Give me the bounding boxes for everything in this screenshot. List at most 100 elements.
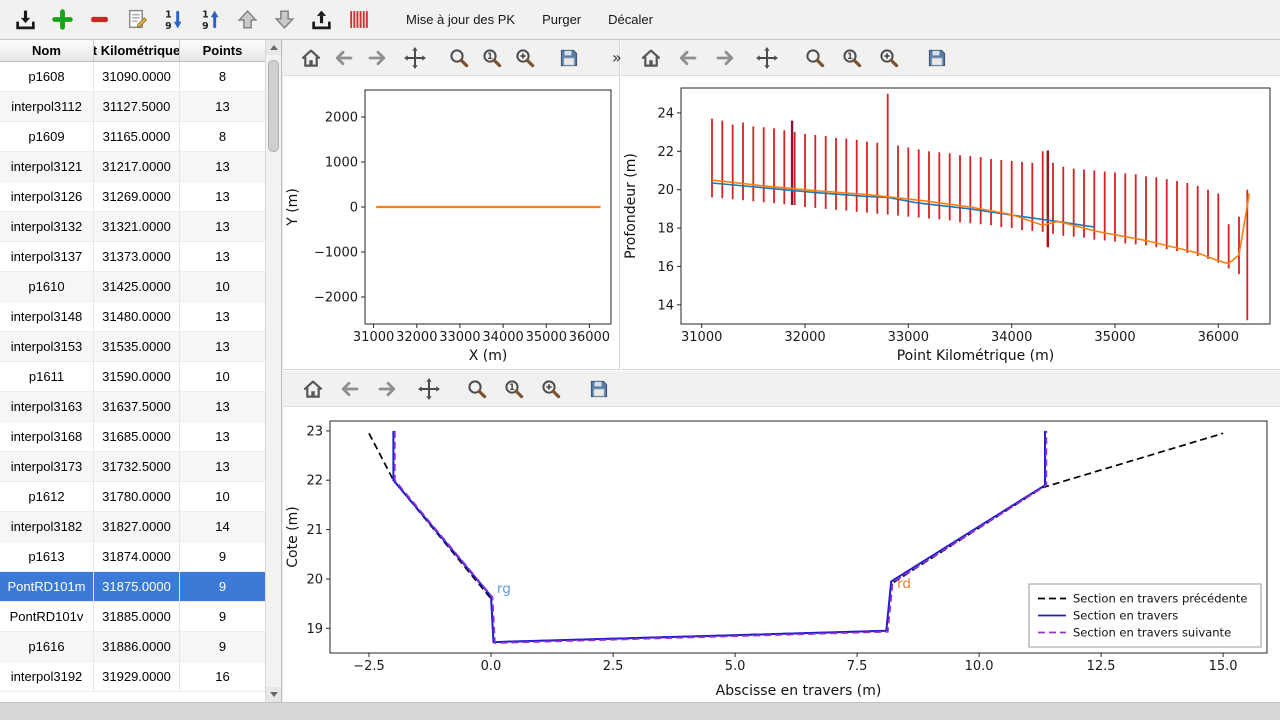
cell-point-kilometrique: 31780.0000 <box>94 482 180 511</box>
sort-ascending-icon[interactable]: 19 <box>195 5 225 35</box>
svg-text:Abscisse en travers (m): Abscisse en travers (m) <box>716 683 882 699</box>
zoom-icon[interactable] <box>801 44 829 72</box>
table-row[interactable]: PontRD101v31885.00009 <box>0 602 266 632</box>
cell-point-kilometrique: 31425.0000 <box>94 272 180 301</box>
svg-text:1000: 1000 <box>325 156 358 171</box>
svg-text:0: 0 <box>350 201 358 216</box>
save-icon[interactable] <box>585 375 613 403</box>
pan-icon[interactable] <box>753 44 781 72</box>
table-row[interactable]: interpol319231929.000016 <box>0 662 266 692</box>
table-row[interactable]: interpol312631269.000013 <box>0 182 266 212</box>
table-row[interactable]: p161331874.00009 <box>0 542 266 572</box>
forward-icon[interactable] <box>365 44 389 72</box>
home-icon[interactable] <box>637 44 665 72</box>
svg-text:1: 1 <box>509 383 515 393</box>
forward-icon[interactable] <box>373 375 401 403</box>
zoom-plus-icon[interactable] <box>537 375 565 403</box>
zoom-one-icon[interactable]: 1 <box>500 375 528 403</box>
table-row[interactable]: p161231780.000010 <box>0 482 266 512</box>
svg-text:12.5: 12.5 <box>1087 659 1116 674</box>
cell-nom: PontRD101m <box>0 572 94 601</box>
cell-nom: interpol3112 <box>0 92 94 121</box>
home-icon[interactable] <box>299 44 323 72</box>
table-row[interactable]: interpol313231321.000013 <box>0 212 266 242</box>
forward-icon[interactable] <box>711 44 739 72</box>
zoom-icon[interactable] <box>463 375 491 403</box>
delete-section-icon[interactable] <box>84 5 114 35</box>
menu-decaler[interactable]: Décaler <box>598 6 663 33</box>
sections-hatch-icon[interactable] <box>343 5 373 35</box>
cell-points: 9 <box>180 632 266 661</box>
scroll-down-icon[interactable] <box>266 687 281 702</box>
table-row[interactable]: interpol318231827.000014 <box>0 512 266 542</box>
cell-points: 9 <box>180 542 266 571</box>
table-row[interactable]: p160831090.00008 <box>0 62 266 92</box>
zoom-plus-icon[interactable] <box>875 44 903 72</box>
svg-text:Cote (m): Cote (m) <box>285 506 301 567</box>
table-scrollbar[interactable] <box>265 40 281 702</box>
svg-text:24: 24 <box>657 106 674 121</box>
sort-descending-icon[interactable]: 19 <box>158 5 188 35</box>
svg-text:Section en travers précédente: Section en travers précédente <box>1073 592 1247 606</box>
svg-text:1: 1 <box>847 52 853 62</box>
table-row[interactable]: interpol315331535.000013 <box>0 332 266 362</box>
cell-nom: interpol3148 <box>0 302 94 331</box>
table-row[interactable]: interpol311231127.500013 <box>0 92 266 122</box>
table-row[interactable]: p161031425.000010 <box>0 272 266 302</box>
column-header-points[interactable]: Points <box>180 40 266 61</box>
back-icon[interactable] <box>336 375 364 403</box>
pan-icon[interactable] <box>403 44 427 72</box>
svg-text:33000: 33000 <box>439 330 480 345</box>
cell-points: 9 <box>180 602 266 631</box>
move-down-icon[interactable] <box>269 5 299 35</box>
table-row[interactable]: p161131590.000010 <box>0 362 266 392</box>
table-row[interactable]: interpol312131217.000013 <box>0 152 266 182</box>
table-row[interactable]: interpol316331637.500013 <box>0 392 266 422</box>
cell-point-kilometrique: 31590.0000 <box>94 362 180 391</box>
cell-point-kilometrique: 31321.0000 <box>94 212 180 241</box>
plan-view-chart: 310003200033000340003500036000−2000−1000… <box>283 76 619 368</box>
table-row[interactable]: PontRD101m31875.00009 <box>0 572 266 602</box>
edit-icon[interactable] <box>121 5 151 35</box>
scrollbar-thumb[interactable] <box>268 60 279 152</box>
back-icon[interactable] <box>332 44 356 72</box>
svg-text:34000: 34000 <box>482 330 523 345</box>
zoom-icon[interactable] <box>447 44 471 72</box>
svg-text:7.5: 7.5 <box>847 659 868 674</box>
scroll-up-icon[interactable] <box>266 40 281 55</box>
move-up-icon[interactable] <box>232 5 262 35</box>
import-icon[interactable] <box>10 5 40 35</box>
column-header-nom[interactable]: Nom <box>0 40 94 61</box>
table-row[interactable]: interpol316831685.000013 <box>0 422 266 452</box>
cell-nom: interpol3168 <box>0 422 94 451</box>
column-header-point-kilometrique[interactable]: t Kilométrique <box>94 40 180 61</box>
save-icon[interactable] <box>923 44 951 72</box>
svg-text:Section en travers: Section en travers <box>1073 609 1178 623</box>
figure-toolbar: 1 <box>621 40 1280 76</box>
table-row[interactable]: p160931165.00008 <box>0 122 266 152</box>
menu-purger[interactable]: Purger <box>532 6 591 33</box>
figure-toolbar: 1 <box>283 371 1280 407</box>
back-icon[interactable] <box>674 44 702 72</box>
table-row[interactable]: p161631886.00009 <box>0 632 266 662</box>
table-row[interactable]: interpol313731373.000013 <box>0 242 266 272</box>
svg-text:Section en travers suivante: Section en travers suivante <box>1073 626 1231 640</box>
svg-text:9: 9 <box>202 21 209 31</box>
svg-text:10.0: 10.0 <box>965 659 994 674</box>
longitudinal-profile-chart: 3100032000330003400035000360001416182022… <box>621 76 1280 368</box>
table-row[interactable]: interpol314831480.000013 <box>0 302 266 332</box>
table-header: Nom t Kilométrique Points <box>0 40 281 62</box>
zoom-one-icon[interactable]: 1 <box>838 44 866 72</box>
pan-icon[interactable] <box>415 375 443 403</box>
menu-mise-a-jour-pk[interactable]: Mise à jour des PK <box>396 6 525 33</box>
add-section-icon[interactable] <box>47 5 77 35</box>
home-icon[interactable] <box>299 375 327 403</box>
svg-text:−1000: −1000 <box>314 246 358 261</box>
svg-text:32000: 32000 <box>396 330 437 345</box>
zoom-plus-icon[interactable] <box>513 44 537 72</box>
table-row[interactable]: interpol317331732.500013 <box>0 452 266 482</box>
export-icon[interactable] <box>306 5 336 35</box>
zoom-one-icon[interactable]: 1 <box>480 44 504 72</box>
cell-point-kilometrique: 31535.0000 <box>94 332 180 361</box>
save-icon[interactable] <box>557 44 581 72</box>
